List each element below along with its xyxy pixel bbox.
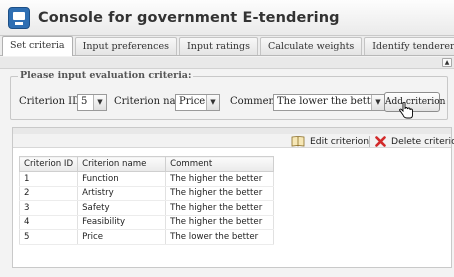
- table-row[interactable]: 4 Feasibility The higher the better: [18, 215, 275, 230]
- cell-comment: The higher the better: [165, 171, 275, 187]
- criterion-id-label: Criterion ID:: [19, 96, 84, 107]
- cell-comment: The higher the better: [165, 215, 275, 230]
- toolbar-divider: [369, 136, 370, 147]
- chevron-down-icon[interactable]: ▼: [93, 95, 106, 110]
- criterion-id-value: 5: [81, 96, 88, 107]
- title-bar: Console for government E-tendering: [0, 0, 454, 36]
- collapse-up-icon[interactable]: ▲: [442, 58, 452, 67]
- delete-criterion-button[interactable]: Delete criterion: [375, 134, 454, 148]
- criteria-grid-panel: Edit criterion Delete criterion Criterio…: [12, 127, 454, 268]
- tab-identify-tenderers[interactable]: Identify tenderers: [364, 37, 454, 55]
- criteria-legend: Please input evaluation criteria:: [18, 70, 194, 81]
- criterion-id-select[interactable]: 5 ▼: [77, 94, 107, 111]
- column-header-comment[interactable]: Comment: [165, 156, 275, 172]
- criteria-fieldset: Please input evaluation criteria: Criter…: [10, 70, 448, 120]
- cell-criterion-name: Safety: [77, 200, 167, 216]
- cell-criterion-name: Price: [77, 229, 167, 245]
- table-row[interactable]: 1 Function The higher the better: [18, 171, 275, 187]
- criteria-table-area: Criterion ID Criterion name Comment 1 Fu…: [13, 156, 451, 267]
- column-header-criterion-id[interactable]: Criterion ID: [18, 156, 79, 172]
- cell-criterion-name: Artistry: [77, 186, 167, 201]
- chevron-down-icon[interactable]: ▼: [206, 95, 219, 110]
- cell-criterion-id: 2: [18, 186, 79, 201]
- grid-toolbar: Edit criterion Delete criterion: [13, 128, 454, 148]
- criterion-name-value: Price: [179, 96, 206, 107]
- criterion-name-select[interactable]: Price ▼: [175, 94, 220, 111]
- panel-header-strip: ▲: [0, 57, 454, 69]
- comment-value: The lower the bette: [277, 96, 377, 107]
- column-header-criterion-name[interactable]: Criterion name: [77, 156, 167, 172]
- table-header-row: Criterion ID Criterion name Comment: [18, 156, 275, 172]
- red-x-icon: [375, 135, 386, 147]
- criteria-table: Criterion ID Criterion name Comment 1 Fu…: [18, 156, 275, 245]
- cell-criterion-id: 3: [18, 200, 79, 216]
- window-title: Console for government E-tendering: [38, 9, 340, 26]
- tab-calculate-weights[interactable]: Calculate weights: [260, 37, 363, 55]
- tab-bar: Set criteria Input preferences Input rat…: [0, 36, 454, 56]
- delete-criterion-label: Delete criterion: [391, 135, 454, 147]
- tab-input-preferences[interactable]: Input preferences: [74, 37, 177, 55]
- cell-comment: The higher the better: [165, 200, 275, 216]
- comment-select[interactable]: The lower the bette ▼: [273, 94, 385, 111]
- table-row[interactable]: 3 Safety The higher the better: [18, 200, 275, 216]
- chevron-down-icon[interactable]: ▼: [371, 95, 384, 110]
- edit-criterion-label: Edit criterion: [310, 135, 370, 147]
- hand-cursor-icon: [399, 102, 413, 119]
- book-icon: [291, 136, 305, 147]
- console-app-icon: [8, 6, 30, 29]
- cell-criterion-name: Feasibility: [77, 215, 167, 230]
- cell-criterion-id: 4: [18, 215, 79, 230]
- cell-comment: The lower the better: [165, 229, 275, 245]
- tab-input-ratings[interactable]: Input ratings: [178, 37, 258, 55]
- table-row[interactable]: 5 Price The lower the better: [18, 229, 275, 245]
- cell-criterion-id: 1: [18, 171, 79, 187]
- tab-set-criteria[interactable]: Set criteria: [2, 36, 73, 56]
- cell-criterion-name: Function: [77, 171, 167, 187]
- edit-criterion-button[interactable]: Edit criterion: [291, 134, 369, 148]
- cell-comment: The higher the better: [165, 186, 275, 201]
- cell-criterion-id: 5: [18, 229, 79, 245]
- table-row[interactable]: 2 Artistry The higher the better: [18, 186, 275, 201]
